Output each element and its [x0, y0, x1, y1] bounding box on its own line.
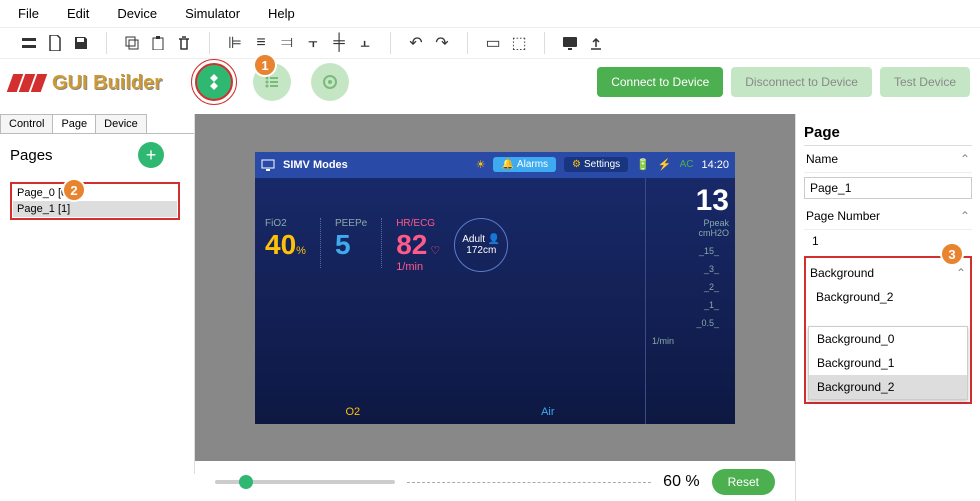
fio2-unit: % [296, 245, 306, 257]
pages-header: Pages [10, 147, 53, 164]
chevron-icon[interactable]: ⌃ [960, 152, 970, 166]
properties-panel: Page Name⌃ Page Number⌃ 1 3 Background⌃ … [795, 114, 980, 501]
mode-settings-button[interactable] [311, 63, 349, 101]
bg-label: Background [810, 266, 874, 280]
test-device-button[interactable]: Test Device [880, 67, 970, 97]
callout-1: 1 [253, 53, 277, 77]
align-center-h-icon[interactable]: ≡ [252, 34, 270, 52]
ppeak-label1: Ppeak [652, 218, 729, 228]
ppeak-label2: cmH2O [652, 228, 729, 238]
connect-button[interactable]: Connect to Device [597, 67, 723, 97]
ac-label: AC [680, 159, 694, 170]
hr-unit: 1/min [396, 261, 440, 273]
reset-button[interactable]: Reset [712, 469, 775, 495]
hr-value: 82 [396, 229, 427, 260]
mode-design-button[interactable] [195, 63, 233, 101]
zoom-slider[interactable] [215, 480, 395, 484]
menu-simulator[interactable]: Simulator [185, 6, 240, 21]
upload-icon[interactable] [587, 34, 605, 52]
left-panel: Control Page Device Pages + 2 Page_0 [0]… [0, 114, 195, 474]
copy-icon[interactable] [123, 34, 141, 52]
file-icon[interactable] [46, 34, 64, 52]
zoom-bar: 60 % Reset [195, 469, 795, 495]
redo-icon[interactable]: ↷ [433, 34, 451, 52]
align-right-icon[interactable]: ⫤ [278, 34, 296, 52]
alarms-pill: 🔔Alarms [493, 157, 556, 172]
bg-value[interactable]: Background_2 [808, 286, 968, 308]
bg-dropdown: Background_0 Background_1 Background_2 [808, 326, 968, 400]
callout-2: 2 [62, 178, 86, 202]
settings-pill: ⚙Settings [564, 157, 628, 172]
undo-icon[interactable]: ↶ [407, 34, 425, 52]
display-icon[interactable] [561, 34, 579, 52]
pagenum-label: Page Number [806, 209, 880, 223]
save-icon[interactable] [72, 34, 90, 52]
peepe-label: PEEPe [335, 218, 367, 229]
bg-option-0[interactable]: Background_0 [809, 327, 967, 351]
ppeak-value: 13 [652, 184, 729, 218]
plug-icon: ⚡ [658, 158, 672, 171]
page-item-1[interactable]: Page_1 [1] [13, 201, 177, 217]
align-left-icon[interactable]: ⊫ [226, 34, 244, 52]
bg-option-2[interactable]: Background_2 [809, 375, 967, 399]
app-title: GUI Builder [52, 72, 162, 95]
align-top-icon[interactable]: ⫟ [304, 34, 322, 52]
props-title: Page [804, 120, 972, 146]
tool-a-icon[interactable]: ▭ [484, 34, 502, 52]
toolbar-icon[interactable] [20, 34, 38, 52]
logo-row: GUI Builder 1 Connect to Device Disconne… [0, 59, 980, 107]
sun-icon: ☀ [476, 158, 486, 171]
o2-label: O2 [345, 406, 360, 418]
page-list: Page_0 [0] Page_1 [1] [10, 182, 180, 220]
hr-label: HR/ECG [396, 218, 440, 229]
canvas-area: SIMV Modes ☀ 🔔Alarms ⚙Settings 🔋 ⚡ AC 14… [195, 114, 795, 461]
page-item-0[interactable]: Page_0 [0] [13, 185, 177, 201]
menu-device[interactable]: Device [117, 6, 157, 21]
menu-edit[interactable]: Edit [67, 6, 89, 21]
name-label: Name [806, 152, 838, 166]
paste-icon[interactable] [149, 34, 167, 52]
peepe-value: 5 [335, 229, 367, 261]
tab-page[interactable]: Page [52, 114, 96, 133]
disconnect-button[interactable]: Disconnect to Device [731, 67, 872, 97]
monitor-icon [261, 159, 275, 171]
device-screen[interactable]: SIMV Modes ☀ 🔔Alarms ⚙Settings 🔋 ⚡ AC 14… [255, 152, 735, 424]
battery-icon: 🔋 [636, 158, 650, 171]
tab-device[interactable]: Device [95, 114, 147, 133]
align-center-v-icon[interactable]: ╪ [330, 34, 348, 52]
chevron-icon[interactable]: ⌃ [960, 209, 970, 223]
menu-help[interactable]: Help [268, 6, 295, 21]
tool-b-icon[interactable]: ⬚ [510, 34, 528, 52]
name-input[interactable] [804, 177, 972, 199]
time-label: 14:20 [701, 159, 729, 171]
logo: GUI Builder [10, 72, 162, 95]
fio2-label: FiO2 [265, 218, 306, 229]
zoom-percent: 60 % [663, 473, 699, 491]
toolbar: ⊫ ≡ ⫤ ⫟ ╪ ⫠ ↶ ↷ ▭ ⬚ [0, 28, 980, 59]
fio2-value: 40 [265, 229, 296, 260]
unit-label: 1/min [652, 336, 729, 346]
menu-bar: File Edit Device Simulator Help [0, 0, 980, 28]
screen-title: SIMV Modes [283, 159, 468, 171]
adult-circle: Adult 👤 172cm [454, 218, 508, 272]
tab-control[interactable]: Control [0, 114, 53, 133]
align-bottom-icon[interactable]: ⫠ [356, 34, 374, 52]
menu-file[interactable]: File [18, 6, 39, 21]
chevron-icon[interactable]: ⌃ [956, 266, 966, 280]
bg-option-1[interactable]: Background_1 [809, 351, 967, 375]
background-box: Background ⌃ Background_2 Background_0 Ba… [804, 256, 972, 404]
add-page-button[interactable]: + [138, 142, 164, 168]
air-label: Air [541, 406, 554, 418]
scale: _15_ _3_ _2_ _1_ _0.5_ [652, 246, 719, 328]
delete-icon[interactable] [175, 34, 193, 52]
callout-3: 3 [940, 242, 964, 266]
